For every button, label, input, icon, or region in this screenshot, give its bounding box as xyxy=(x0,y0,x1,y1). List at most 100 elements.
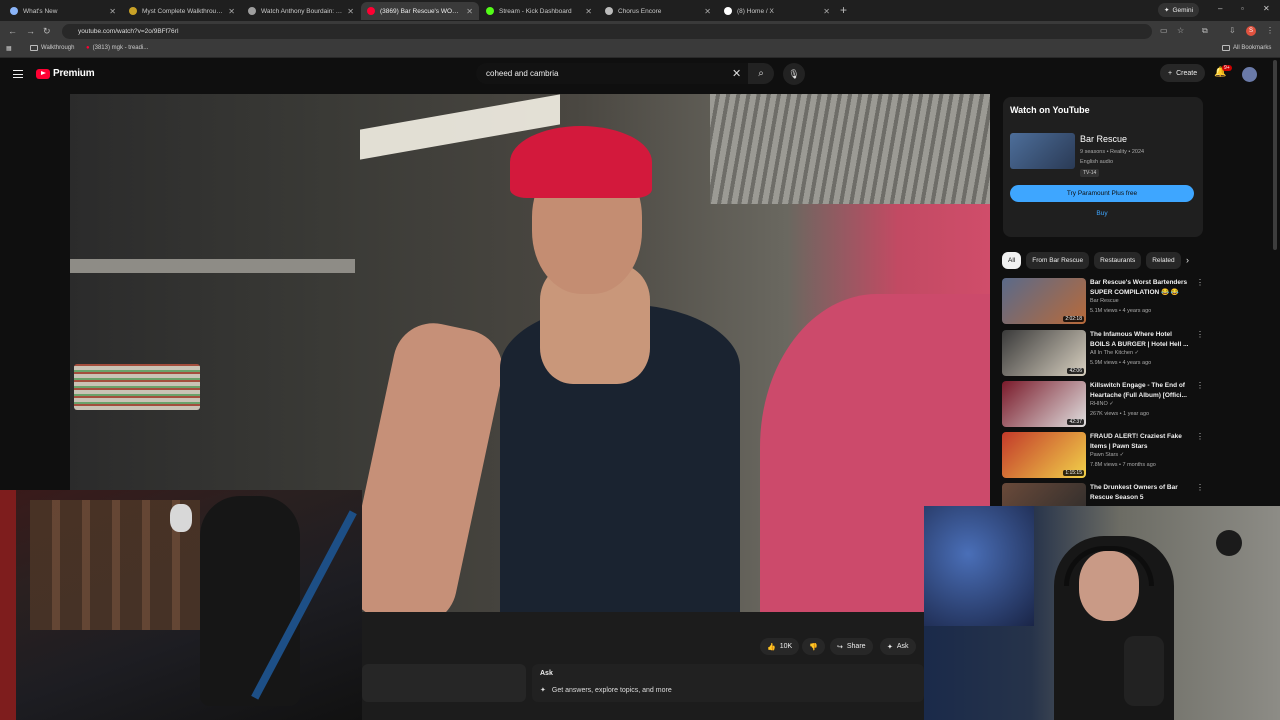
youtube-icon: ● xyxy=(86,45,90,51)
video-duration: 1:15:15 xyxy=(1063,470,1084,476)
profile-avatar[interactable]: S xyxy=(1246,26,1256,36)
thumbs-down-icon: 👎 xyxy=(809,643,818,651)
tab-close-icon[interactable]: ✕ xyxy=(585,7,592,16)
url-field[interactable]: youtube.com/watch?v=2o/9BFf76rI xyxy=(62,24,1152,39)
recommended-video[interactable]: 42:37 Killswitch Engage - The End of Hear… xyxy=(1002,381,1204,429)
menu-icon[interactable] xyxy=(13,70,23,78)
video-thumbnail[interactable]: 42:06 xyxy=(1002,330,1086,376)
show-audio: English audio xyxy=(1080,159,1114,165)
downloads-icon[interactable]: ⇩ xyxy=(1229,26,1236,35)
clear-search-icon[interactable]: ✕ xyxy=(732,67,741,80)
more-options-icon[interactable]: ⋮ xyxy=(1196,278,1204,287)
recommended-video[interactable]: 42:06 The Infamous Where Hotel BOILS A BU… xyxy=(1002,330,1204,378)
all-bookmarks[interactable]: All Bookmarks xyxy=(1222,45,1271,51)
description-box[interactable] xyxy=(362,664,526,702)
dislike-button[interactable]: 👎 xyxy=(802,638,825,655)
more-options-icon[interactable]: ⋮ xyxy=(1196,432,1204,441)
bookmarks-bar: ▦ Walkthrough ● (3813) mgk - treadi... A… xyxy=(0,42,1280,58)
notification-badge: 9+ xyxy=(1222,65,1232,71)
channel-name[interactable]: Bar Rescue xyxy=(1090,298,1119,304)
tab-close-icon[interactable]: ✕ xyxy=(704,7,711,16)
forward-icon[interactable]: → xyxy=(26,26,35,36)
buy-button[interactable]: Buy xyxy=(1010,206,1194,221)
channel-name[interactable]: RHINO ✓ xyxy=(1090,401,1114,407)
browser-tab[interactable]: Chorus Encore ✕ xyxy=(599,2,717,20)
show-thumbnail[interactable] xyxy=(1010,133,1075,169)
recommended-video[interactable]: 2:02:18 Bar Rescue's Worst Bartenders SUP… xyxy=(1002,278,1204,326)
video-title[interactable]: Killswitch Engage - The End of Heartache… xyxy=(1090,381,1192,400)
tab-close-icon[interactable]: ✕ xyxy=(347,7,354,16)
video-duration: 2:02:18 xyxy=(1063,316,1084,322)
reload-icon[interactable]: ↻ xyxy=(43,26,51,37)
browser-tab[interactable]: Stream - Kick Dashboard ✕ xyxy=(480,2,598,20)
back-icon[interactable]: ← xyxy=(8,26,17,36)
video-title[interactable]: FRAUD ALERT! Craziest Fake Items | Pawn … xyxy=(1090,432,1192,451)
video-duration: 42:06 xyxy=(1067,368,1084,374)
gemini-label: Gemini xyxy=(1172,6,1194,14)
youtube-play-icon xyxy=(36,68,50,79)
video-stats: 5.9M views • 4 years ago xyxy=(1090,360,1152,366)
channel-name[interactable]: All In The Kitchen ✓ xyxy=(1090,350,1139,356)
tab-close-icon[interactable]: ✕ xyxy=(228,7,235,16)
create-button[interactable]: + Create xyxy=(1160,64,1206,82)
more-options-icon[interactable]: ⋮ xyxy=(1196,483,1204,492)
account-avatar[interactable] xyxy=(1242,67,1257,82)
ask-button[interactable]: ✦ Ask xyxy=(880,638,916,655)
video-title[interactable]: The Drunkest Owners of Bar Rescue Season… xyxy=(1090,483,1192,502)
video-thumbnail[interactable]: 2:02:18 xyxy=(1002,278,1086,324)
filter-chip[interactable]: Restaurants xyxy=(1094,252,1142,269)
video-shelf xyxy=(70,259,355,273)
channel-name[interactable]: Pawn Stars ✓ xyxy=(1090,452,1124,458)
video-thumbnail[interactable]: 1:15:15 xyxy=(1002,432,1086,478)
tab-favicon-icon xyxy=(605,7,613,15)
extensions-icon[interactable]: ⧉ xyxy=(1202,26,1208,36)
search-query: coheed and cambria xyxy=(486,69,559,78)
browser-tab[interactable]: Watch Anthony Bourdain: A Co ✕ xyxy=(242,2,360,20)
page-scrollbar[interactable] xyxy=(1273,60,1277,250)
minimize-icon[interactable]: – xyxy=(1218,4,1222,13)
more-options-icon[interactable]: ⋮ xyxy=(1196,330,1204,339)
tab-favicon-icon xyxy=(10,7,18,15)
search-button[interactable]: ⌕ xyxy=(748,63,774,84)
like-button[interactable]: 👍 10K xyxy=(760,638,800,655)
cam-bust xyxy=(170,504,192,532)
bookmark-walkthrough[interactable]: Walkthrough xyxy=(30,45,74,51)
tab-title: Watch Anthony Bourdain: A Co xyxy=(261,7,343,15)
browser-tab[interactable]: (3869) Bar Rescue's WORST ✕ xyxy=(361,2,479,20)
bookmark-mgk[interactable]: ● (3813) mgk - treadi... xyxy=(86,45,148,51)
more-options-icon[interactable]: ⋮ xyxy=(1196,381,1204,390)
filter-chip[interactable]: Related xyxy=(1146,252,1181,269)
filter-chip[interactable]: All xyxy=(1002,252,1022,269)
video-title[interactable]: Bar Rescue's Worst Bartenders SUPER COMP… xyxy=(1090,278,1192,297)
tab-close-icon[interactable]: ✕ xyxy=(109,7,116,16)
voice-search-button[interactable]: 🎙 xyxy=(783,63,805,85)
tab-close-icon[interactable]: ✕ xyxy=(823,7,830,16)
close-window-icon[interactable]: ✕ xyxy=(1263,4,1270,13)
apps-icon[interactable]: ▦ xyxy=(6,45,12,52)
watch-on-youtube-card: Watch on YouTube Bar Rescue 9 seasons • … xyxy=(1003,97,1203,237)
try-paramount-button[interactable]: Try Paramount Plus free xyxy=(1010,185,1194,202)
ask-panel[interactable]: Ask ✦ Get answers, explore topics, and m… xyxy=(532,664,924,702)
tab-close-icon[interactable]: ✕ xyxy=(466,7,473,16)
browser-menu-icon[interactable]: ⋮ xyxy=(1266,26,1274,35)
video-thumbnail[interactable]: 42:37 xyxy=(1002,381,1086,427)
video-title[interactable]: The Infamous Where Hotel BOILS A BURGER … xyxy=(1090,330,1192,349)
new-tab-button[interactable]: + xyxy=(840,3,847,17)
create-label: Create xyxy=(1176,69,1198,77)
share-button[interactable]: ↪ Share xyxy=(830,638,873,655)
browser-tab[interactable]: What's New ✕ xyxy=(4,2,122,20)
show-title[interactable]: Bar Rescue xyxy=(1080,134,1127,144)
cam-wall-clock xyxy=(1216,530,1242,556)
video-red-cap xyxy=(510,126,652,198)
recommended-video[interactable]: 1:15:15 FRAUD ALERT! Craziest Fake Items … xyxy=(1002,432,1204,480)
chevron-right-icon[interactable]: › xyxy=(1186,255,1189,265)
search-input[interactable]: coheed and cambria xyxy=(476,63,748,84)
browser-tab[interactable]: Myst Complete Walkthrough - ✕ xyxy=(123,2,241,20)
maximize-icon[interactable]: ▫ xyxy=(1241,4,1244,13)
youtube-logo[interactable]: Premium xyxy=(36,68,95,79)
gemini-button[interactable]: ✦ Gemini xyxy=(1158,3,1200,17)
filter-chip[interactable]: From Bar Rescue xyxy=(1026,252,1090,269)
browser-tab[interactable]: (8) Home / X ✕ xyxy=(718,2,836,20)
cast-icon[interactable]: ▭ xyxy=(1160,26,1168,35)
bookmark-star-icon[interactable]: ☆ xyxy=(1177,26,1184,35)
